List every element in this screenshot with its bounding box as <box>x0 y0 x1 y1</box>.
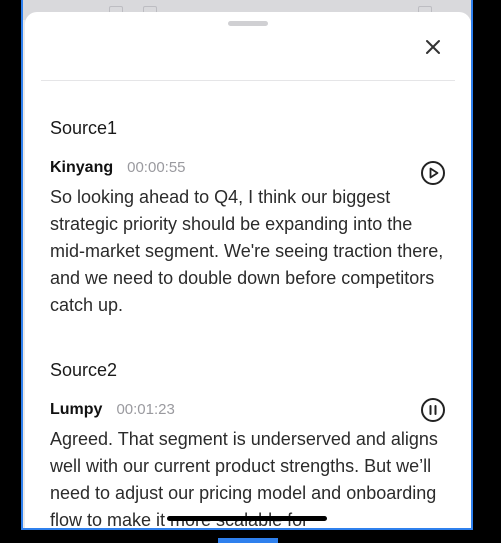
pause-icon[interactable] <box>420 397 446 423</box>
speaker-row: Lumpy 00:01:23 <box>50 401 175 419</box>
sources-bottom-sheet: Source1 Kinyang 00:00:55 So looking ahea… <box>25 12 471 530</box>
speaker-row: Kinyang 00:00:55 <box>50 159 186 177</box>
header-divider <box>41 80 455 81</box>
timestamp: 00:01:23 <box>116 401 175 418</box>
speaker-name: Kinyang <box>50 159 114 176</box>
transcript-text: Agreed. That segment is underserved and … <box>50 429 438 530</box>
home-indicator <box>167 516 327 521</box>
sheet-drag-handle[interactable] <box>228 21 268 26</box>
speaker-name: Lumpy <box>50 401 103 418</box>
timestamp: 00:00:55 <box>127 159 186 176</box>
transcript-text: So looking ahead to Q4, I think our bigg… <box>50 187 444 315</box>
source-title: Source2 <box>50 360 118 380</box>
play-icon[interactable] <box>420 160 446 186</box>
app-frame: Source1 Kinyang 00:00:55 So looking ahea… <box>21 0 473 530</box>
close-icon[interactable] <box>421 35 445 59</box>
source-title: Source1 <box>50 118 118 138</box>
bottom-accent-bar <box>218 538 278 543</box>
